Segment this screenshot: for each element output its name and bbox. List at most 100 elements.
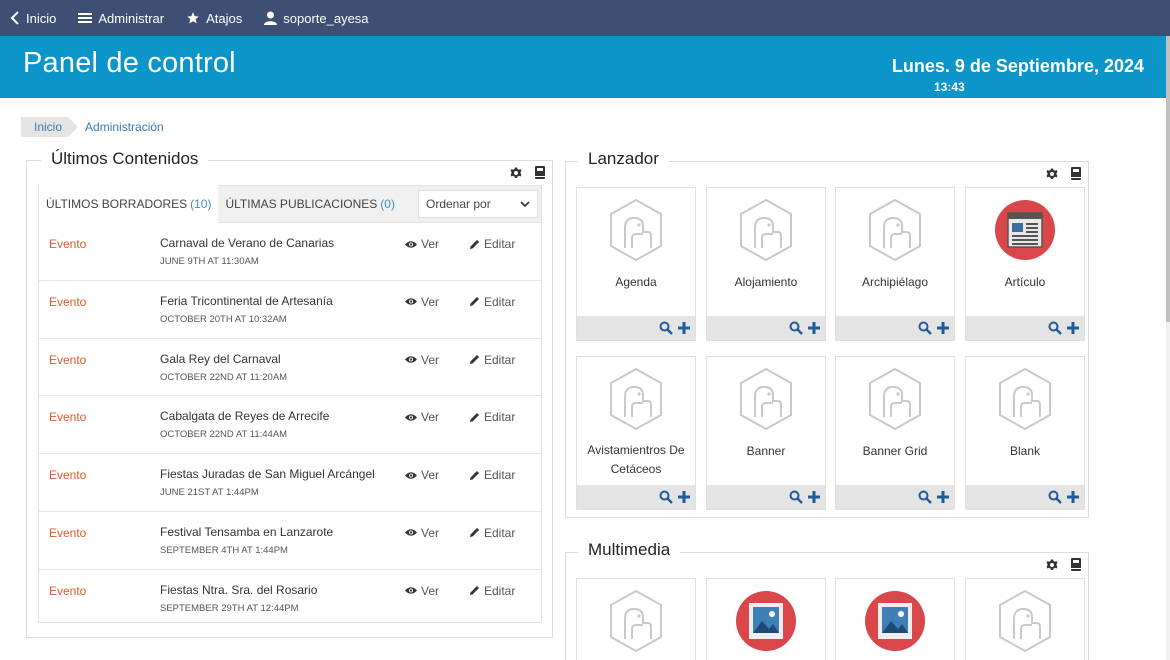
gear-icon[interactable] bbox=[1046, 559, 1058, 571]
eye-icon bbox=[405, 529, 417, 537]
edit-button[interactable]: Editar bbox=[469, 584, 515, 598]
multimedia-card[interactable] bbox=[965, 578, 1085, 660]
plus-icon[interactable] bbox=[1066, 490, 1080, 504]
hamburger-icon bbox=[78, 13, 93, 23]
gear-icon[interactable] bbox=[1046, 168, 1058, 180]
tab-published-label: ÚLTIMAS PUBLICACIONES bbox=[225, 197, 378, 211]
view-button[interactable]: Ver bbox=[405, 526, 439, 540]
view-button[interactable]: Ver bbox=[405, 584, 439, 598]
eye-icon bbox=[405, 587, 417, 595]
book-icon[interactable] bbox=[1071, 558, 1081, 571]
page-scrollbar[interactable] bbox=[1166, 36, 1170, 660]
view-button[interactable]: Ver bbox=[405, 295, 439, 309]
search-icon[interactable] bbox=[789, 321, 803, 335]
launcher-card[interactable]: Agenda bbox=[576, 187, 696, 341]
search-icon[interactable] bbox=[789, 490, 803, 504]
plus-icon[interactable] bbox=[936, 321, 950, 335]
scrollbar-thumb[interactable] bbox=[1166, 36, 1170, 322]
content-title[interactable]: Carnaval de Verano de Canarias bbox=[160, 236, 334, 250]
user-menu-label: soporte_ayesa bbox=[283, 10, 369, 26]
star-icon bbox=[187, 12, 199, 24]
content-date: OCTOBER 22ND AT 11:44AM bbox=[160, 429, 288, 441]
table-row: Evento Carnaval de Verano de Canarias JUNE… bbox=[39, 223, 541, 281]
sort-select[interactable]: Ordenar por bbox=[418, 190, 538, 218]
launcher-card[interactable]: Artículo bbox=[965, 187, 1085, 341]
pencil-icon bbox=[470, 297, 479, 307]
edit-label: Editar bbox=[484, 352, 516, 367]
search-icon[interactable] bbox=[918, 321, 932, 335]
current-time: 13:43 bbox=[934, 80, 965, 94]
current-date: Lunes. 9 de Septiembre, 2024 bbox=[891, 56, 1144, 76]
card-label: Artículo bbox=[1004, 275, 1046, 289]
search-icon[interactable] bbox=[1048, 321, 1062, 335]
content-title[interactable]: Festival Tensamba en Lanzarote bbox=[160, 525, 333, 539]
search-icon[interactable] bbox=[918, 490, 932, 504]
multimedia-panel: Multimedia bbox=[565, 540, 1089, 660]
multimedia-card[interactable] bbox=[576, 578, 696, 660]
plus-icon[interactable] bbox=[807, 490, 821, 504]
view-label: Ver bbox=[421, 583, 440, 598]
content-title[interactable]: Fiestas Ntra. Sra. del Rosario bbox=[160, 583, 317, 597]
table-row: Evento Fiestas Juradas de San Miguel Arcá… bbox=[39, 454, 541, 512]
launcher-card[interactable]: Archipiélago bbox=[835, 187, 955, 341]
launcher-card[interactable]: Blank bbox=[965, 356, 1085, 510]
edit-button[interactable]: Editar bbox=[469, 295, 515, 309]
content-title[interactable]: Feria Tricontinental de Artesanía bbox=[160, 294, 333, 308]
content-type: Evento bbox=[49, 468, 87, 483]
card-actions bbox=[966, 485, 1084, 509]
multimedia-card[interactable] bbox=[706, 578, 826, 660]
content-date: JUNE 9TH AT 11:30AM bbox=[160, 256, 259, 267]
admin-menu-button[interactable]: Administrar bbox=[78, 11, 164, 26]
breadcrumb-current[interactable]: Administración bbox=[85, 120, 164, 134]
content-title[interactable]: Cabalgata de Reyes de Arrecife bbox=[160, 409, 329, 423]
search-icon[interactable] bbox=[1048, 490, 1062, 504]
content-title[interactable]: Gala Rey del Carnaval bbox=[160, 352, 281, 366]
edit-button[interactable]: Editar bbox=[469, 353, 515, 367]
breadcrumb-home-link[interactable]: Inicio bbox=[21, 117, 79, 137]
edit-label: Editar bbox=[484, 468, 516, 483]
card-actions bbox=[577, 485, 695, 509]
edit-button[interactable]: Editar bbox=[469, 410, 515, 424]
edit-button[interactable]: Editar bbox=[469, 526, 515, 540]
article-icon bbox=[995, 198, 1055, 262]
content-title[interactable]: Fiestas Juradas de San Miguel Arcángel bbox=[160, 467, 375, 481]
gear-icon[interactable] bbox=[510, 167, 522, 179]
pencil-icon bbox=[470, 528, 479, 538]
search-icon[interactable] bbox=[659, 321, 673, 335]
plus-icon[interactable] bbox=[677, 490, 691, 504]
book-icon[interactable] bbox=[535, 166, 545, 179]
view-button[interactable]: Ver bbox=[405, 468, 439, 482]
plus-icon[interactable] bbox=[807, 321, 821, 335]
shortcuts-menu-label: Atajos bbox=[206, 10, 243, 26]
shortcuts-menu-button[interactable]: Atajos bbox=[186, 11, 242, 26]
tab-latest-drafts[interactable]: ÚLTIMOS BORRADORES (10) bbox=[39, 185, 219, 223]
edit-button[interactable]: Editar bbox=[469, 468, 515, 482]
table-row: Evento Festival Tensamba en Lanzarote SEPT… bbox=[39, 512, 541, 570]
table-row: Evento Fiestas Ntra. Sra. del Rosario SEPT… bbox=[39, 570, 541, 628]
plus-icon[interactable] bbox=[1066, 321, 1080, 335]
user-menu-button[interactable]: soporte_ayesa bbox=[264, 10, 369, 26]
image-icon bbox=[736, 589, 796, 653]
content-type: Evento bbox=[49, 525, 87, 540]
card-actions bbox=[836, 316, 954, 340]
edit-button[interactable]: Editar bbox=[469, 237, 515, 251]
view-button[interactable]: Ver bbox=[405, 353, 439, 367]
launcher-card[interactable]: Banner Grid bbox=[835, 356, 955, 510]
tab-latest-published[interactable]: ÚLTIMAS PUBLICACIONES (0) bbox=[218, 185, 401, 223]
book-icon[interactable] bbox=[1071, 167, 1081, 180]
launcher-card[interactable]: Avistamientros De Cetáceos bbox=[576, 356, 696, 510]
launcher-card[interactable]: Banner bbox=[706, 356, 826, 510]
admin-menu-label: Administrar bbox=[98, 10, 165, 26]
view-button[interactable]: Ver bbox=[405, 237, 439, 251]
image-icon bbox=[865, 589, 925, 653]
plus-icon[interactable] bbox=[936, 490, 950, 504]
launcher-card[interactable]: Alojamiento bbox=[706, 187, 826, 341]
search-icon[interactable] bbox=[659, 490, 673, 504]
home-nav-link[interactable]: Inicio bbox=[10, 11, 56, 26]
plus-icon[interactable] bbox=[677, 321, 691, 335]
multimedia-card[interactable] bbox=[835, 578, 955, 660]
view-button[interactable]: Ver bbox=[405, 410, 439, 424]
card-label: Avistamientros De Cetáceos bbox=[587, 443, 685, 476]
view-label: Ver bbox=[421, 294, 440, 309]
content-type: Evento bbox=[49, 237, 87, 251]
